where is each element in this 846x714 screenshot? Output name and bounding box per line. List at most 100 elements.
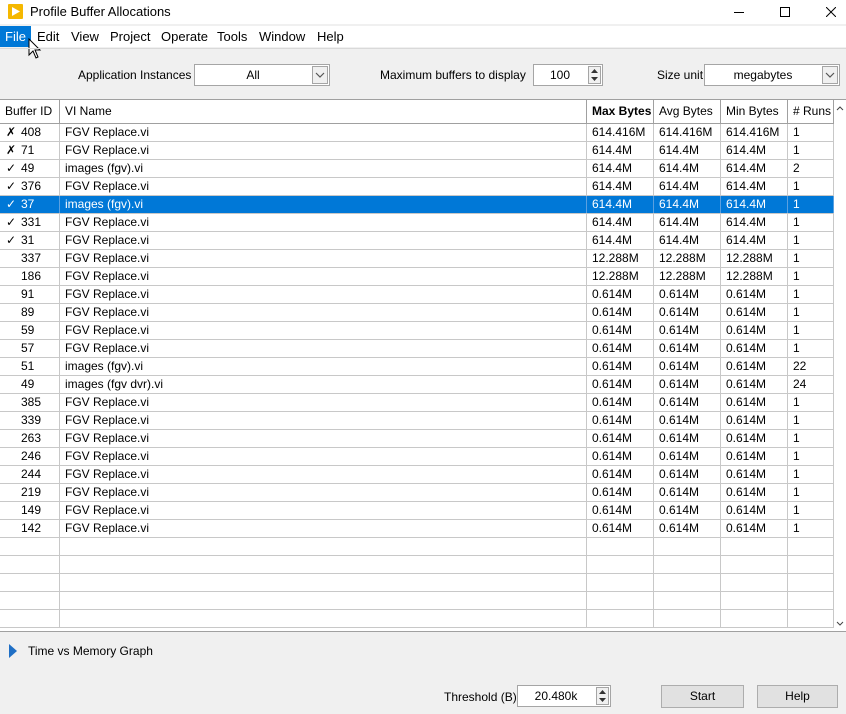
menu-operate[interactable]: Operate [156,26,213,47]
cell-min-bytes: 614.4M [721,142,788,159]
minimize-button[interactable] [716,0,762,24]
table-row[interactable]: 246 FGV Replace.vi 0.614M 0.614M 0.614M 1 [0,448,834,466]
vertical-scrollbar[interactable] [834,100,846,631]
app-instances-select[interactable]: All [194,64,330,86]
table-row[interactable]: ✓ 331 FGV Replace.vi 614.4M 614.4M 614.4M 1 [0,214,834,232]
cell-vi-name: FGV Replace.vi [60,142,587,159]
empty-table-row[interactable] [0,556,834,574]
graph-section-label[interactable]: Time vs Memory Graph [28,644,153,658]
cell-min-bytes: 0.614M [721,358,788,375]
menu-file[interactable]: File [0,26,31,47]
cell-avg-bytes: 12.288M [654,268,721,285]
chevron-down-icon [836,621,844,626]
cell-buffer-id: 91 [0,286,60,303]
table-row[interactable]: 263 FGV Replace.vi 0.614M 0.614M 0.614M 1 [0,430,834,448]
cell-avg-bytes: 0.614M [654,376,721,393]
scroll-down-button[interactable] [834,617,846,629]
menu-view[interactable]: View [66,26,104,47]
table-row[interactable]: ✓ 376 FGV Replace.vi 614.4M 614.4M 614.4M 1 [0,178,834,196]
max-buffers-spinner[interactable]: 100 [533,64,603,86]
max-buffers-value[interactable]: 100 [534,65,586,85]
table-row[interactable]: 244 FGV Replace.vi 0.614M 0.614M 0.614M 1 [0,466,834,484]
title-bar: Profile Buffer Allocations [0,0,846,24]
cell-min-bytes: 614.4M [721,232,788,249]
cell-min-bytes: 0.614M [721,412,788,429]
table-row[interactable]: 49 images (fgv dvr).vi 0.614M 0.614M 0.614M 2… [0,376,834,394]
table-row[interactable]: 385 FGV Replace.vi 0.614M 0.614M 0.614M 1 [0,394,834,412]
cell-avg-bytes [654,592,721,609]
close-button[interactable] [808,0,846,24]
empty-table-row[interactable] [0,538,834,556]
table-row[interactable]: 219 FGV Replace.vi 0.614M 0.614M 0.614M 1 [0,484,834,502]
menu-help[interactable]: Help [312,26,349,47]
table-row[interactable]: 186 FGV Replace.vi 12.288M 12.288M 12.288M 1 [0,268,834,286]
table-row[interactable]: 59 FGV Replace.vi 0.614M 0.614M 0.614M 1 [0,322,834,340]
table-row[interactable]: 337 FGV Replace.vi 12.288M 12.288M 12.288M 1 [0,250,834,268]
cell-vi-name [60,592,587,609]
table-row[interactable]: 142 FGV Replace.vi 0.614M 0.614M 0.614M 1 [0,520,834,538]
close-icon [826,7,836,17]
table-row[interactable]: ✓ 37 images (fgv).vi 614.4M 614.4M 614.4M 1 [0,196,834,214]
cell-min-bytes: 614.4M [721,196,788,213]
cell-vi-name: FGV Replace.vi [60,340,587,357]
cell-runs: 1 [788,484,834,501]
cell-max-bytes: 0.614M [587,466,654,483]
menu-window[interactable]: Window [254,26,310,47]
cell-buffer-id: 149 [0,502,60,519]
cell-runs: 1 [788,520,834,537]
cell-runs: 1 [788,286,834,303]
cell-avg-bytes [654,538,721,555]
menu-tools[interactable]: Tools [212,26,252,47]
expand-graph-icon[interactable] [8,643,18,659]
help-button[interactable]: Help [757,685,838,708]
table-row[interactable]: 51 images (fgv).vi 0.614M 0.614M 0.614M 22 [0,358,834,376]
table-row[interactable]: ✓ 31 FGV Replace.vi 614.4M 614.4M 614.4M 1 [0,232,834,250]
cell-max-bytes: 614.4M [587,196,654,213]
empty-table-row[interactable] [0,592,834,610]
table-row[interactable]: ✗ 71 FGV Replace.vi 614.4M 614.4M 614.4M 1 [0,142,834,160]
header-buffer-id[interactable]: Buffer ID [0,100,60,124]
mouse-cursor-icon [28,38,42,59]
cell-runs: 1 [788,232,834,249]
header-max-bytes[interactable]: Max Bytes [587,100,654,124]
increment-button[interactable] [589,67,600,75]
table-row[interactable]: ✗ 408 FGV Replace.vi 614.416M 614.416M 614.41… [0,124,834,142]
cell-max-bytes: 12.288M [587,250,654,267]
table-row[interactable]: 91 FGV Replace.vi 0.614M 0.614M 0.614M 1 [0,286,834,304]
buffer-table[interactable]: Buffer ID VI Name Max Bytes Avg Bytes Mi… [0,99,846,632]
empty-table-row[interactable] [0,610,834,628]
cell-vi-name [60,574,587,591]
check-mark-icon: ✓ [6,179,17,193]
header-runs[interactable]: # Runs [788,100,834,124]
menu-divider [0,48,846,49]
cell-buffer-id: 339 [0,412,60,429]
decrement-button[interactable] [589,75,600,83]
menu-project[interactable]: Project [105,26,155,47]
cell-vi-name: FGV Replace.vi [60,304,587,321]
maximize-button[interactable] [762,0,808,24]
table-row[interactable]: ✓ 49 images (fgv).vi 614.4M 614.4M 614.4M 2 [0,160,834,178]
table-row[interactable]: 339 FGV Replace.vi 0.614M 0.614M 0.614M 1 [0,412,834,430]
size-unit-select[interactable]: megabytes [704,64,840,86]
size-unit-dropdown[interactable] [822,66,838,84]
threshold-spinner[interactable]: 20.480k [517,685,611,707]
header-vi-name[interactable]: VI Name [60,100,587,124]
header-avg-bytes[interactable]: Avg Bytes [654,100,721,124]
cell-buffer-id: ✗ 71 [0,142,60,159]
cell-max-bytes: 614.416M [587,124,654,141]
cell-runs [788,592,834,609]
table-row[interactable]: 57 FGV Replace.vi 0.614M 0.614M 0.614M 1 [0,340,834,358]
table-row[interactable]: 89 FGV Replace.vi 0.614M 0.614M 0.614M 1 [0,304,834,322]
scroll-up-button[interactable] [834,102,846,114]
cell-vi-name [60,610,587,627]
table-row[interactable]: 149 FGV Replace.vi 0.614M 0.614M 0.614M 1 [0,502,834,520]
start-button[interactable]: Start [661,685,744,708]
cell-vi-name: FGV Replace.vi [60,394,587,411]
threshold-decrement-button[interactable] [597,696,608,704]
threshold-value[interactable]: 20.480k [518,686,594,706]
empty-table-row[interactable] [0,574,834,592]
threshold-increment-button[interactable] [597,688,608,696]
app-instances-dropdown[interactable] [312,66,328,84]
buffer-id-text: 219 [21,485,42,499]
header-min-bytes[interactable]: Min Bytes [721,100,788,124]
